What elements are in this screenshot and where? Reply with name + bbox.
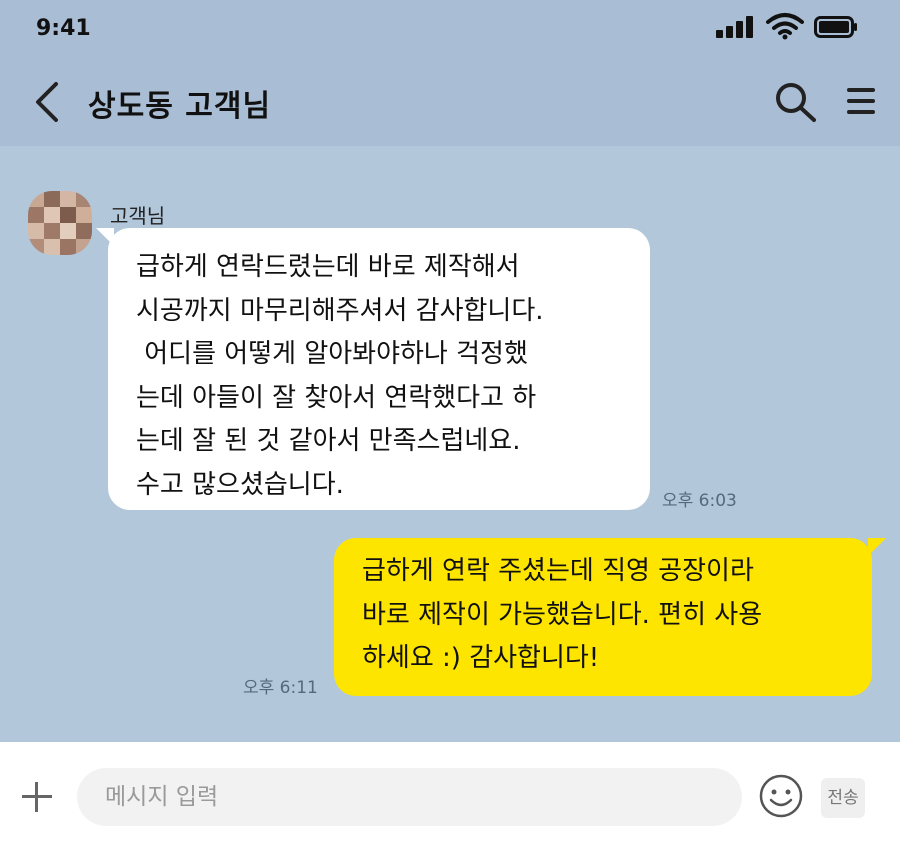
- incoming-message-bubble[interactable]: 급하게 연락드렸는데 바로 제작해서 시공까지 마무리해주셔서 감사합니다. 어…: [96, 228, 650, 510]
- back-chevron-icon[interactable]: [30, 80, 64, 124]
- send-button[interactable]: 전송: [821, 778, 865, 818]
- chat-header: 상도동 고객님: [0, 60, 900, 146]
- message-line: 수고 많으셨습니다.: [136, 469, 344, 500]
- status-bar: 9:41: [0, 0, 900, 60]
- chat-title: 상도동 고객님: [88, 89, 272, 124]
- battery-icon: [814, 16, 857, 38]
- message-line: 급하게 연락드렸는데 바로 제작해서: [136, 252, 520, 282]
- message-line: 는데 잘 된 것 같아서 만족스럽네요.: [136, 426, 521, 456]
- message-line: 시공까지 마무리해주셔서 감사합니다.: [136, 295, 544, 326]
- message-input-bar: 전송: [0, 742, 900, 852]
- hamburger-menu-icon[interactable]: [844, 84, 878, 118]
- message-input[interactable]: [77, 768, 742, 826]
- message-line: 바로 제작이 가능했습니다. 편히 사용: [362, 599, 763, 630]
- status-time: 9:41: [36, 16, 91, 41]
- avatar[interactable]: [28, 191, 92, 255]
- wifi-icon: [766, 13, 804, 40]
- chat-area[interactable]: 고객님 급하게 연락드렸는데 바로 제작해서 시공까지 마무리해주셔서 감사합니…: [0, 146, 900, 742]
- sender-name: 고객님: [110, 204, 166, 228]
- message-line: 어디를 어떻게 알아봐야하나 걱정했: [136, 339, 528, 369]
- cellular-signal-icon: [716, 16, 760, 38]
- message-timestamp: 오후 6:11: [243, 678, 318, 698]
- plus-icon[interactable]: [20, 780, 54, 814]
- message-line: 급하게 연락 주셨는데 직영 공장이라: [362, 556, 754, 586]
- message-timestamp: 오후 6:03: [662, 491, 737, 511]
- message-line: 하세요 :) 감사합니다!: [362, 643, 600, 673]
- outgoing-message-bubble[interactable]: 급하게 연락 주셨는데 직영 공장이라 바로 제작이 가능했습니다. 편히 사용…: [334, 538, 886, 696]
- smiley-icon[interactable]: [758, 773, 804, 819]
- search-icon[interactable]: [772, 81, 818, 123]
- message-line: 는데 아들이 잘 찾아서 연락했다고 하: [136, 382, 537, 413]
